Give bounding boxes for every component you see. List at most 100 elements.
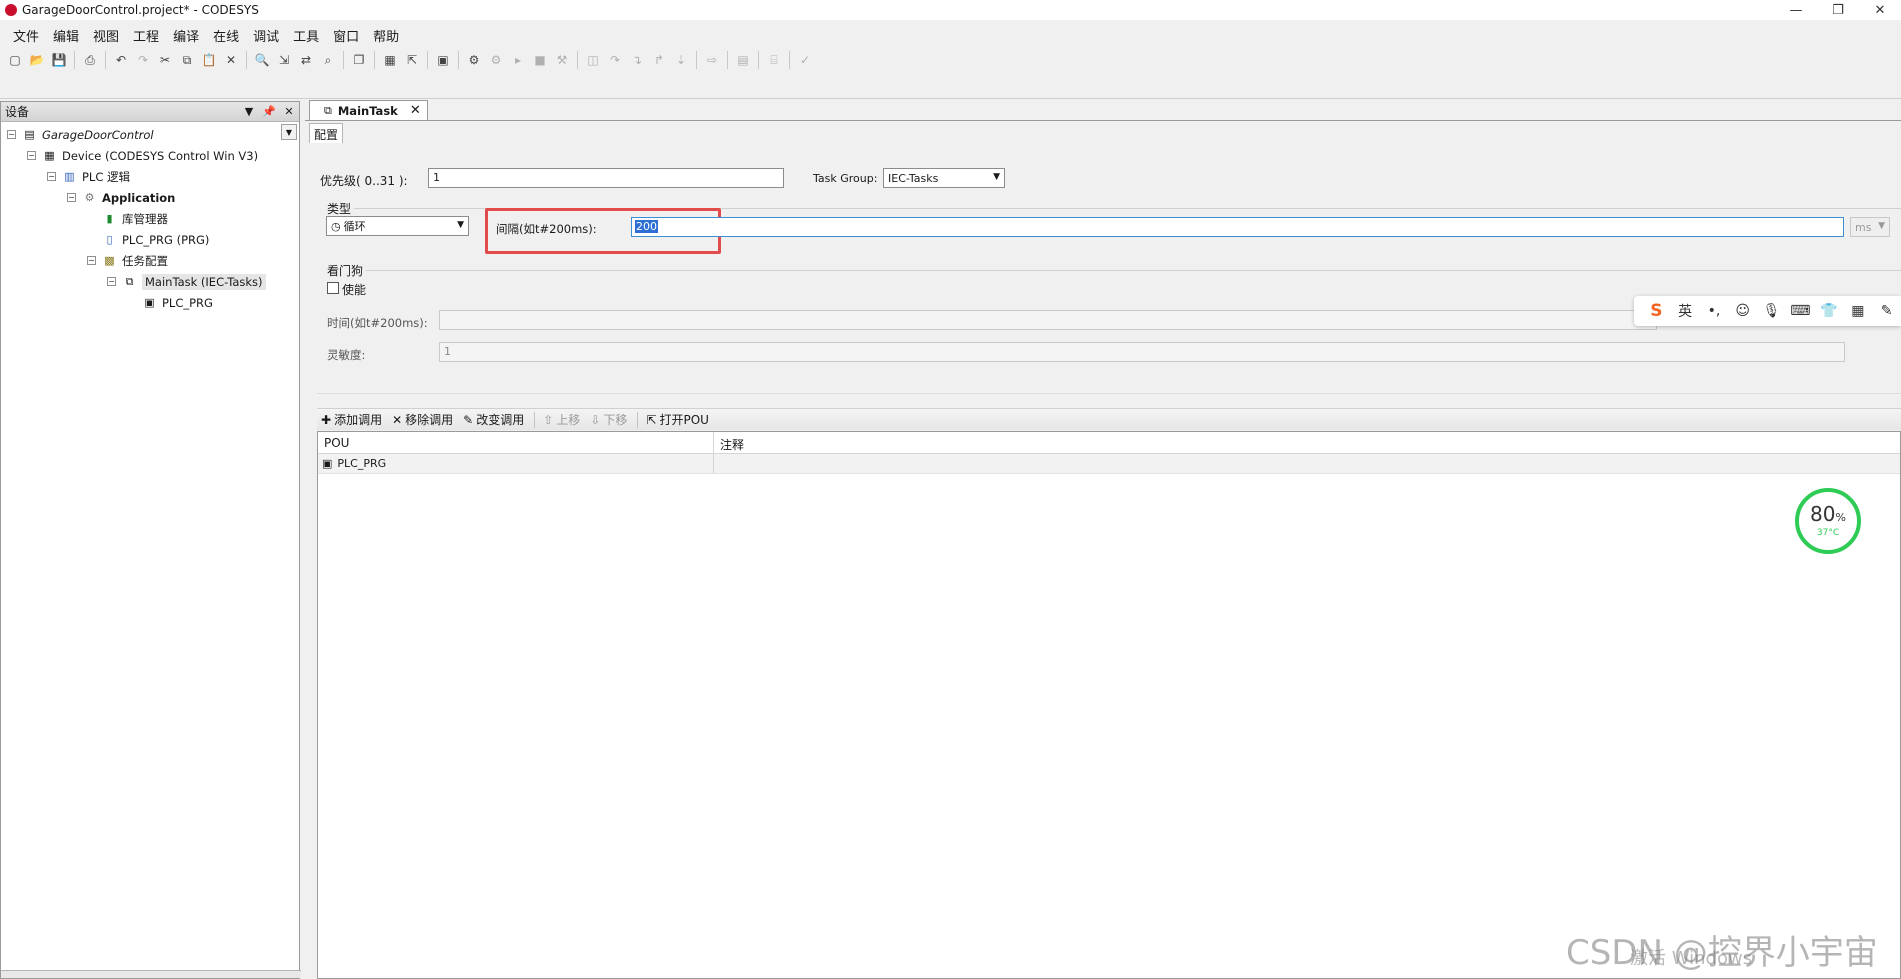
replace-icon[interactable]: ⇄ — [297, 51, 315, 69]
collapse-icon[interactable]: − — [7, 130, 16, 139]
ime-language-toggle[interactable]: 英 — [1671, 301, 1700, 321]
run-icon[interactable]: ▸ — [509, 51, 527, 69]
collapse-icon[interactable]: − — [87, 256, 96, 265]
panel-bottom-tabs[interactable] — [1, 970, 301, 978]
priority-input[interactable]: 1 — [428, 168, 784, 188]
print-icon[interactable]: ⎙ — [81, 51, 99, 69]
task-icon: ⧉ — [324, 103, 332, 117]
task-group-select[interactable]: IEC-Tasks ▼ — [883, 168, 1005, 188]
watchdog-enable-checkbox[interactable] — [327, 282, 339, 294]
sogou-logo-icon[interactable]: S — [1642, 301, 1671, 321]
comment-cell — [714, 454, 722, 473]
interval-input[interactable]: 200 — [631, 217, 1844, 237]
panel-dropdown-icon[interactable]: ▼ — [239, 105, 259, 118]
collapse-icon[interactable]: − — [47, 172, 56, 181]
tree-node-label: GarageDoorControl — [42, 127, 154, 142]
emoji-icon[interactable]: ☺ — [1728, 303, 1757, 319]
close-window-button[interactable]: ✕ — [1859, 0, 1901, 20]
undo-icon[interactable]: ↶ — [112, 51, 130, 69]
save-icon[interactable]: 💾 — [50, 51, 68, 69]
reset-icon[interactable]: ⚒ — [553, 51, 571, 69]
menu-view[interactable]: 视图 — [86, 26, 126, 45]
run-to-cursor-icon[interactable]: ⇣ — [672, 51, 690, 69]
paste-icon[interactable]: 📋 — [200, 51, 218, 69]
collapse-icon[interactable]: − — [27, 151, 36, 160]
delete-icon[interactable]: ✕ — [222, 51, 240, 69]
minimize-button[interactable]: — — [1775, 0, 1817, 20]
add-object-icon[interactable]: ▦ — [381, 51, 399, 69]
column-header-comment[interactable]: 注释 — [714, 432, 750, 453]
stop-icon[interactable]: ■ — [531, 51, 549, 69]
find-all-icon[interactable]: ⌕ — [319, 51, 337, 69]
check-icon[interactable]: ✓ — [796, 51, 814, 69]
find-next-icon[interactable]: ⇲ — [275, 51, 293, 69]
grid-menu-icon[interactable]: ▦ — [1843, 303, 1872, 319]
logout-icon[interactable]: ⚙ — [487, 51, 505, 69]
tab-close-icon[interactable]: ✕ — [410, 103, 421, 118]
tree-node-task-config[interactable]: − ▩ 任务配置 — [1, 250, 281, 271]
breakpoint-icon[interactable]: ◫ — [584, 51, 602, 69]
export-icon[interactable]: ⇱ — [403, 51, 421, 69]
redo-icon[interactable]: ↷ — [134, 51, 152, 69]
collapse-icon[interactable]: − — [67, 193, 76, 202]
sensitivity-input[interactable]: 1 — [439, 342, 1845, 362]
tree-node-plc-logic[interactable]: − ▥ PLC 逻辑 — [1, 166, 281, 187]
move-down-button[interactable]: ⇩ 下移 — [590, 411, 627, 428]
tab-main-task[interactable]: ⧉ MainTask ✕ — [309, 100, 428, 120]
move-up-button[interactable]: ⇧ 上移 — [543, 411, 580, 428]
pin-icon[interactable]: 📌 — [259, 105, 279, 118]
collapse-icon[interactable]: − — [107, 277, 116, 286]
open-folder-icon[interactable]: 📂 — [28, 51, 46, 69]
task-type-select[interactable]: ◷ 循环 ▼ — [326, 216, 469, 236]
menu-window[interactable]: 窗口 — [326, 26, 366, 45]
tools-icon[interactable]: ✎ — [1872, 303, 1901, 319]
tree-node-plc-prg[interactable]: ▯ PLC_PRG (PRG) — [1, 229, 281, 250]
step-over-icon[interactable]: ↷ — [606, 51, 624, 69]
menu-project[interactable]: 工程 — [126, 26, 166, 45]
tree-node-library-manager[interactable]: ▮ 库管理器 — [1, 208, 281, 229]
menu-edit[interactable]: 编辑 — [46, 26, 86, 45]
force-values-icon[interactable]: ▤ — [734, 51, 752, 69]
menu-help[interactable]: 帮助 — [366, 26, 406, 45]
skin-icon[interactable]: 👕 — [1815, 303, 1844, 319]
new-project-icon[interactable]: ▢ — [6, 51, 24, 69]
menu-debug[interactable]: 调试 — [246, 26, 286, 45]
tab-config[interactable]: 配置 — [309, 123, 344, 143]
cpu-gauge[interactable]: 80% 37°C — [1795, 488, 1861, 554]
step-into-icon[interactable]: ↴ — [628, 51, 646, 69]
restore-button[interactable]: ❐ — [1817, 0, 1859, 20]
interval-unit-select[interactable]: ms ▼ — [1850, 217, 1890, 237]
change-call-button[interactable]: ✎ 改变调用 — [463, 411, 524, 428]
microphone-icon[interactable]: 🎙 — [1757, 303, 1786, 319]
copy-icon[interactable]: ⧉ — [178, 51, 196, 69]
pou-name: PLC_PRG — [337, 457, 387, 470]
remove-call-button[interactable]: ✕ 移除调用 — [392, 411, 453, 428]
login-icon[interactable]: ⚙ — [465, 51, 483, 69]
panel-close-icon[interactable]: ✕ — [279, 105, 299, 118]
table-row[interactable]: ▣ PLC_PRG — [318, 454, 1900, 474]
cut-icon[interactable]: ✂ — [156, 51, 174, 69]
write-values-icon[interactable]: ⇨ — [703, 51, 721, 69]
menu-online[interactable]: 在线 — [206, 26, 246, 45]
menu-tools[interactable]: 工具 — [286, 26, 326, 45]
add-call-button[interactable]: ✚ 添加调用 — [321, 411, 382, 428]
menu-build[interactable]: 编译 — [166, 26, 206, 45]
plc-logic-icon: ▥ — [64, 170, 75, 183]
step-out-icon[interactable]: ↱ — [650, 51, 668, 69]
punctuation-icon[interactable]: •, — [1700, 303, 1729, 319]
column-header-pou[interactable]: POU — [318, 432, 714, 453]
find-icon[interactable]: 🔍 — [253, 51, 271, 69]
tree-node-device[interactable]: − ▦ Device (CODESYS Control Win V3) — [1, 145, 281, 166]
tree-node-project[interactable]: − ▤ GarageDoorControl — [1, 124, 281, 145]
menu-file[interactable]: 文件 — [6, 26, 46, 45]
tree-node-main-task-pou[interactable]: ▣ PLC_PRG — [1, 292, 281, 313]
tree-node-application[interactable]: − ⚙ Application — [1, 187, 281, 208]
keyboard-icon[interactable]: ⌨ — [1786, 303, 1815, 319]
watchdog-time-input[interactable] — [439, 310, 1657, 330]
duplicate-icon[interactable]: ❐ — [350, 51, 368, 69]
unforce-icon[interactable]: ⌸ — [765, 51, 783, 69]
open-pou-button[interactable]: ⇱ 打开POU — [646, 411, 709, 428]
tree-menu-dropdown-icon[interactable]: ▼ — [281, 124, 297, 140]
build-icon[interactable]: ▣ — [434, 51, 452, 69]
tree-node-main-task[interactable]: − ⧉ MainTask (IEC-Tasks) — [1, 271, 281, 292]
